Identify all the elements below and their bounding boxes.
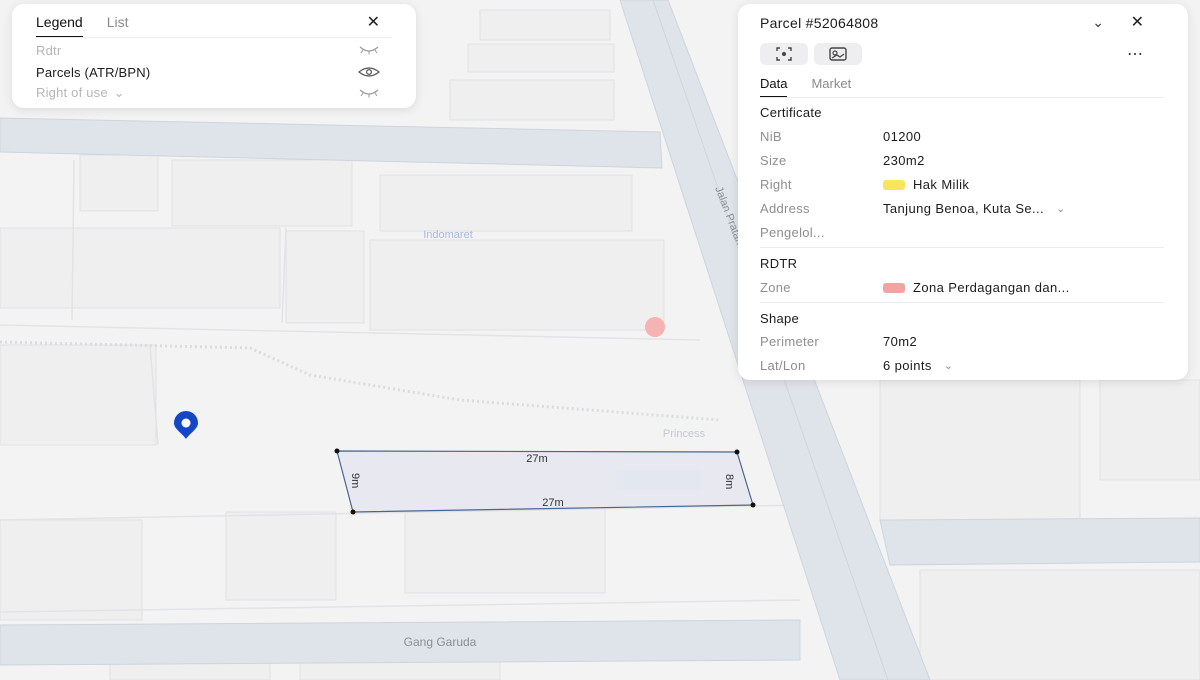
eye-open-icon[interactable] [358, 66, 380, 78]
chevron-down-icon[interactable]: ⌄ [1056, 202, 1066, 215]
parcel-dim-bottom: 27m [542, 497, 563, 509]
field-zone: Zone Zona Perdagangan dan... [760, 280, 1164, 298]
legend-tabs: Legend List [36, 14, 129, 38]
tab-legend[interactable]: Legend [36, 14, 83, 38]
divider [760, 247, 1164, 248]
field-label: Size [760, 153, 787, 168]
parcel-dim-right: 8m [723, 474, 735, 489]
field-address[interactable]: Address Tanjung Benoa, Kuta Se... ⌄ [760, 201, 1164, 219]
legend-layer-label: Right of use [36, 85, 108, 100]
legend-layer-rdtr[interactable]: Rdtr [36, 41, 380, 59]
focus-icon [776, 47, 792, 61]
field-value: Hak Milik [913, 177, 970, 192]
chevron-down-icon[interactable]: ⌄ [114, 85, 125, 100]
legend-panel: Legend List ✕ Rdtr Parcels (ATR/BPN) Rig… [12, 4, 416, 108]
right-color-swatch [883, 179, 905, 190]
field-label: Right [760, 177, 792, 192]
section-shape-heading: Shape [760, 311, 800, 326]
street-view-button[interactable] [814, 43, 862, 65]
parcel-dim-top: 27m [526, 453, 547, 465]
eye-closed-icon[interactable] [358, 44, 380, 56]
legend-layer-label: Rdtr [36, 42, 62, 58]
legend-layer-right-of-use[interactable]: Right of use ⌄ [36, 84, 380, 102]
field-value: 70m2 [883, 334, 918, 349]
section-certificate-heading: Certificate [760, 105, 822, 120]
focus-button[interactable] [760, 43, 808, 65]
field-label: Address [760, 201, 810, 216]
field-value: 230m2 [883, 153, 925, 168]
field-nib: NiB 01200 [760, 129, 1164, 147]
field-perimeter: Perimeter 70m2 [760, 334, 1164, 352]
close-icon[interactable]: ✕ [1131, 12, 1144, 32]
field-right: Right Hak Milik [760, 177, 1164, 195]
parcel-dim-left: 9m [349, 473, 361, 488]
parcel-detail-panel: Parcel #52064808 ⌄ ✕ ⋯ Data Market Certi… [738, 4, 1188, 380]
chevron-down-icon[interactable]: ⌄ [944, 359, 954, 372]
selected-parcel[interactable]: 27m 27m 9m 8m [334, 448, 756, 515]
map-label-princess: Princess [663, 428, 706, 440]
more-options-icon[interactable]: ⋯ [1127, 44, 1144, 64]
field-label: Lat/Lon [760, 358, 806, 373]
field-label: Pengelol... [760, 225, 825, 240]
divider [36, 37, 392, 38]
parcel-title: Parcel #52064808 [760, 15, 879, 31]
field-value: Zona Perdagangan dan... [913, 280, 1070, 295]
field-pengelola: Pengelol... [760, 225, 1164, 243]
field-value: 01200 [883, 129, 922, 144]
parcel-tabs: Data Market [760, 76, 851, 98]
field-label: Zone [760, 280, 791, 295]
map-label-gang-garuda: Gang Garuda [404, 635, 477, 649]
field-value: 6 points [883, 358, 932, 373]
map-label-indomaret: Indomaret [423, 229, 473, 241]
tab-data[interactable]: Data [760, 76, 788, 98]
field-label: NiB [760, 129, 782, 144]
legend-layer-parcels[interactable]: Parcels (ATR/BPN) [36, 63, 380, 81]
section-rdtr-heading: RDTR [760, 256, 798, 271]
close-icon[interactable]: ✕ [367, 12, 380, 32]
divider [760, 97, 1164, 98]
divider [760, 302, 1164, 303]
tab-list[interactable]: List [107, 14, 129, 38]
chevron-down-icon[interactable]: ⌄ [1092, 14, 1104, 31]
field-size: Size 230m2 [760, 153, 1164, 171]
legend-layer-label: Parcels (ATR/BPN) [36, 64, 151, 80]
eye-closed-icon[interactable] [358, 87, 380, 99]
image-icon [829, 47, 847, 61]
field-value: Tanjung Benoa, Kuta Se... [883, 201, 1045, 216]
poi-marker[interactable] [645, 317, 665, 337]
zone-color-swatch [883, 282, 905, 293]
field-latlon[interactable]: Lat/Lon 6 points ⌄ [760, 358, 1164, 376]
tab-market[interactable]: Market [811, 76, 851, 98]
field-label: Perimeter [760, 334, 820, 349]
